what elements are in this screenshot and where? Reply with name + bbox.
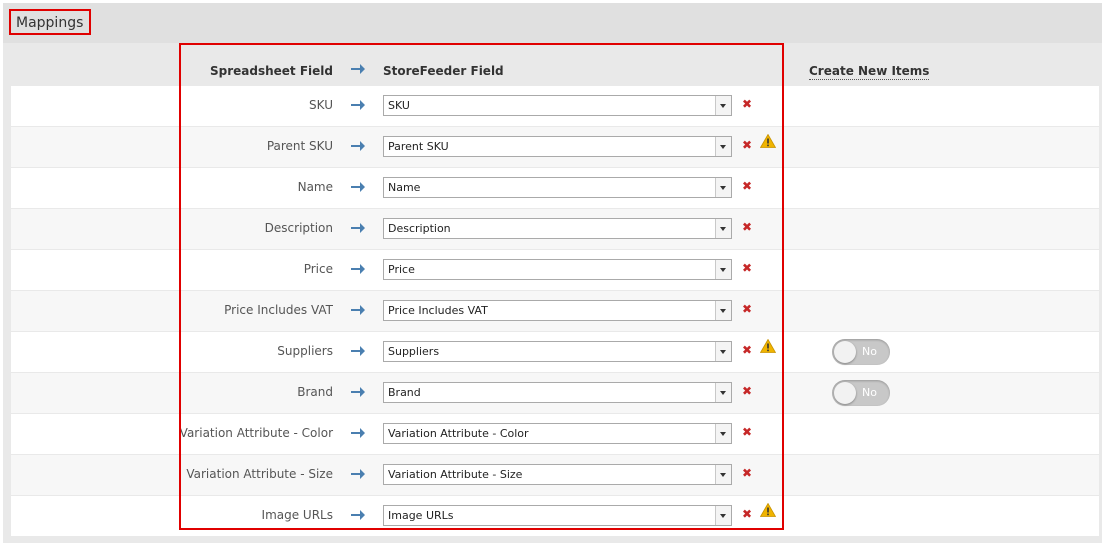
chevron-down-icon[interactable] [715, 219, 731, 238]
spreadsheet-field-label: Brand [297, 385, 333, 399]
toggle-state-label: No [862, 345, 877, 358]
create-new-items-header[interactable]: Create New Items [809, 64, 930, 80]
mapping-row: Description Description ✖ [11, 209, 1099, 249]
select-value: Price [388, 263, 415, 276]
select-value: Name [388, 181, 421, 194]
remove-icon[interactable]: ✖ [742, 261, 752, 275]
chevron-down-icon[interactable] [715, 96, 731, 115]
remove-icon[interactable]: ✖ [742, 466, 752, 480]
chevron-down-icon[interactable] [715, 342, 731, 361]
select-value: Variation Attribute - Size [388, 468, 523, 481]
storefeeder-field-header: StoreFeeder Field [383, 64, 504, 78]
toggle-knob [834, 341, 856, 363]
chevron-down-icon[interactable] [715, 178, 731, 197]
storefeeder-field-select[interactable]: Image URLs [383, 505, 732, 526]
chevron-down-icon[interactable] [715, 424, 731, 443]
spreadsheet-field-label: Price Includes VAT [224, 303, 333, 317]
arrow-right-icon [351, 182, 365, 192]
mapping-row: Brand Brand ✖ No [11, 373, 1099, 413]
arrow-right-icon [351, 141, 365, 151]
mapping-row: Price Price ✖ [11, 250, 1099, 290]
create-new-items-toggle[interactable]: No [832, 380, 890, 406]
storefeeder-field-select[interactable]: Variation Attribute - Color [383, 423, 732, 444]
mapping-row: Variation Attribute - Size Variation Attr… [11, 455, 1099, 495]
arrow-right-icon [351, 469, 365, 479]
remove-icon[interactable]: ✖ [742, 384, 752, 398]
spreadsheet-field-header: Spreadsheet Field [209, 64, 333, 78]
chevron-down-icon[interactable] [715, 301, 731, 320]
remove-icon[interactable]: ✖ [742, 179, 752, 193]
panel-header: Mappings [3, 3, 1102, 43]
chevron-down-icon[interactable] [715, 506, 731, 525]
arrow-right-icon [351, 223, 365, 233]
storefeeder-field-select[interactable]: Parent SKU [383, 136, 732, 157]
chevron-down-icon[interactable] [715, 383, 731, 402]
remove-icon[interactable]: ✖ [742, 138, 752, 152]
mapping-row: Name Name ✖ [11, 168, 1099, 208]
spreadsheet-field-label: Description [264, 221, 333, 235]
storefeeder-field-select[interactable]: Price [383, 259, 732, 280]
chevron-down-icon[interactable] [715, 260, 731, 279]
storefeeder-field-select[interactable]: Description [383, 218, 732, 239]
spreadsheet-field-label: Name [297, 180, 333, 194]
remove-icon[interactable]: ✖ [742, 220, 752, 234]
select-value: Suppliers [388, 345, 440, 358]
mapping-row: Suppliers Suppliers ✖ No [11, 332, 1099, 372]
arrow-right-icon [351, 264, 365, 274]
mapping-row: Price Includes VAT Price Includes VAT ✖ [11, 291, 1099, 331]
storefeeder-field-select[interactable]: Brand [383, 382, 732, 403]
mapping-row: Parent SKU Parent SKU ✖ [11, 127, 1099, 167]
remove-icon[interactable]: ✖ [742, 302, 752, 316]
storefeeder-field-select[interactable]: Suppliers [383, 341, 732, 362]
remove-icon[interactable]: ✖ [742, 425, 752, 439]
arrow-right-icon [351, 305, 365, 315]
select-value: Parent SKU [388, 140, 449, 153]
storefeeder-field-select[interactable]: SKU [383, 95, 732, 116]
spreadsheet-field-label: Suppliers [277, 344, 333, 358]
toggle-state-label: No [862, 386, 877, 399]
select-value: Variation Attribute - Color [388, 427, 529, 440]
select-value: Brand [388, 386, 421, 399]
arrow-right-icon [351, 510, 365, 520]
warning-icon [760, 503, 776, 517]
warning-icon [760, 134, 776, 148]
select-value: Image URLs [388, 509, 454, 522]
remove-icon[interactable]: ✖ [742, 97, 752, 111]
select-value: Price Includes VAT [388, 304, 488, 317]
warning-icon [760, 339, 776, 353]
remove-icon[interactable]: ✖ [742, 507, 752, 521]
storefeeder-field-select[interactable]: Variation Attribute - Size [383, 464, 732, 485]
mapping-row: Image URLs Image URLs ✖ [11, 496, 1099, 536]
spreadsheet-field-label: Variation Attribute - Color [179, 426, 333, 440]
spreadsheet-field-label: Variation Attribute - Size [186, 467, 333, 481]
toggle-knob [834, 382, 856, 404]
chevron-down-icon[interactable] [715, 465, 731, 484]
select-value: Description [388, 222, 451, 235]
select-value: SKU [388, 99, 410, 112]
storefeeder-field-select[interactable]: Price Includes VAT [383, 300, 732, 321]
arrow-right-icon [351, 64, 365, 74]
arrow-right-icon [351, 387, 365, 397]
spreadsheet-field-label: Image URLs [261, 508, 333, 522]
chevron-down-icon[interactable] [715, 137, 731, 156]
arrow-right-icon [351, 346, 365, 356]
arrow-right-icon [351, 100, 365, 110]
mapping-row: Variation Attribute - Color Variation Att… [11, 414, 1099, 454]
remove-icon[interactable]: ✖ [742, 343, 752, 357]
arrow-right-icon [351, 428, 365, 438]
spreadsheet-field-label: SKU [309, 98, 333, 112]
spreadsheet-field-label: Price [303, 262, 333, 276]
spreadsheet-field-label: Parent SKU [266, 139, 333, 153]
panel-title: Mappings [9, 9, 91, 35]
mapping-row: SKU SKU ✖ [11, 86, 1099, 126]
storefeeder-field-select[interactable]: Name [383, 177, 732, 198]
create-new-items-toggle[interactable]: No [832, 339, 890, 365]
